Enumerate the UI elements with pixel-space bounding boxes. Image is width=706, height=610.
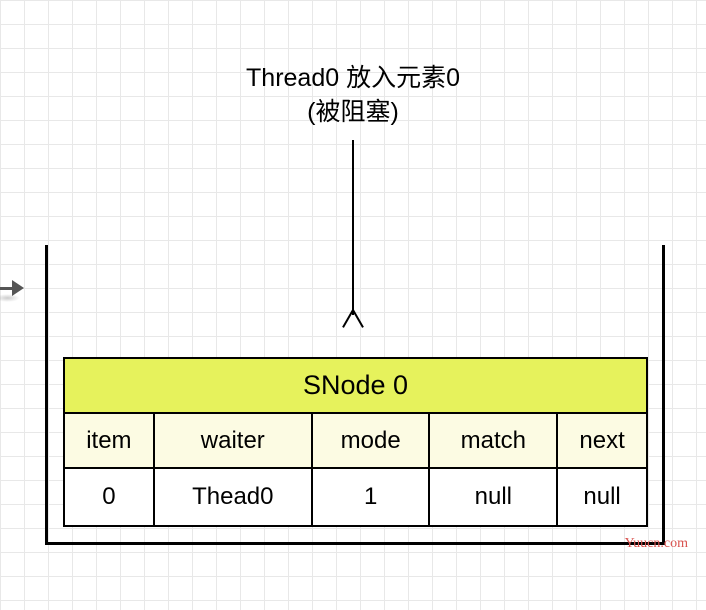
table-header-row: item waiter mode match next — [64, 413, 647, 468]
snode-title: SNode 0 — [64, 358, 647, 413]
val-waiter: Thead0 — [154, 468, 312, 526]
stack-container: SNode 0 item waiter mode match next 0 Th… — [45, 245, 665, 545]
snode-table: SNode 0 item waiter mode match next 0 Th… — [63, 357, 648, 527]
watermark-text: Yuucn.com — [625, 536, 688, 552]
table-value-row: 0 Thead0 1 null null — [64, 468, 647, 526]
caption-line1: Thread0 放入元素0 — [0, 62, 706, 96]
col-next: next — [557, 413, 647, 468]
val-next: null — [557, 468, 647, 526]
val-match: null — [429, 468, 557, 526]
col-match: match — [429, 413, 557, 468]
incoming-arrow-icon — [0, 278, 30, 298]
col-waiter: waiter — [154, 413, 312, 468]
val-item: 0 — [64, 468, 154, 526]
col-item: item — [64, 413, 154, 468]
caption-line2: (被阻塞) — [0, 96, 706, 130]
val-mode: 1 — [312, 468, 430, 526]
caption-text: Thread0 放入元素0 (被阻塞) — [0, 62, 706, 130]
col-mode: mode — [312, 413, 430, 468]
